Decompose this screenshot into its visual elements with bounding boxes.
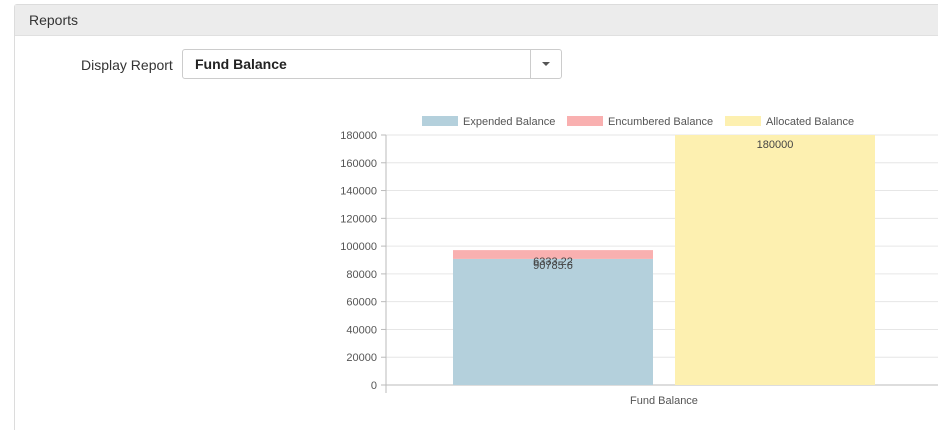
- data-label-allocated: 180000: [757, 139, 794, 151]
- legend-label-expended-balance: Expended Balance: [463, 116, 555, 128]
- y-tick-label: 100000: [340, 241, 377, 253]
- y-tick-label: 120000: [340, 213, 377, 225]
- y-tick-label: 0: [371, 380, 377, 392]
- bar-expended-balance: [453, 258, 653, 385]
- x-category-label: Fund Balance: [630, 395, 698, 407]
- bar-allocated-balance: [675, 135, 875, 385]
- y-tick-label: 40000: [346, 324, 377, 336]
- y-tick-label: 20000: [346, 352, 377, 364]
- y-tick-label: 140000: [340, 186, 377, 198]
- legend-swatch-allocated-balance: [725, 116, 761, 126]
- legend-swatch-expended-balance: [422, 116, 458, 126]
- fund-balance-chart: 0 20000 40000 60000 80000 100000 120000 140000 1…: [340, 116, 938, 407]
- legend-swatch-encumbered-balance: [567, 116, 603, 126]
- y-tick-label: 80000: [346, 269, 377, 281]
- y-tick-label: 160000: [340, 158, 377, 170]
- legend-label-allocated-balance: Allocated Balance: [766, 116, 854, 128]
- data-label-expended: 90785.6: [533, 260, 573, 272]
- y-tick-label: 180000: [340, 130, 377, 142]
- legend-label-encumbered-balance: Encumbered Balance: [608, 116, 713, 128]
- y-tick-label: 60000: [346, 297, 377, 309]
